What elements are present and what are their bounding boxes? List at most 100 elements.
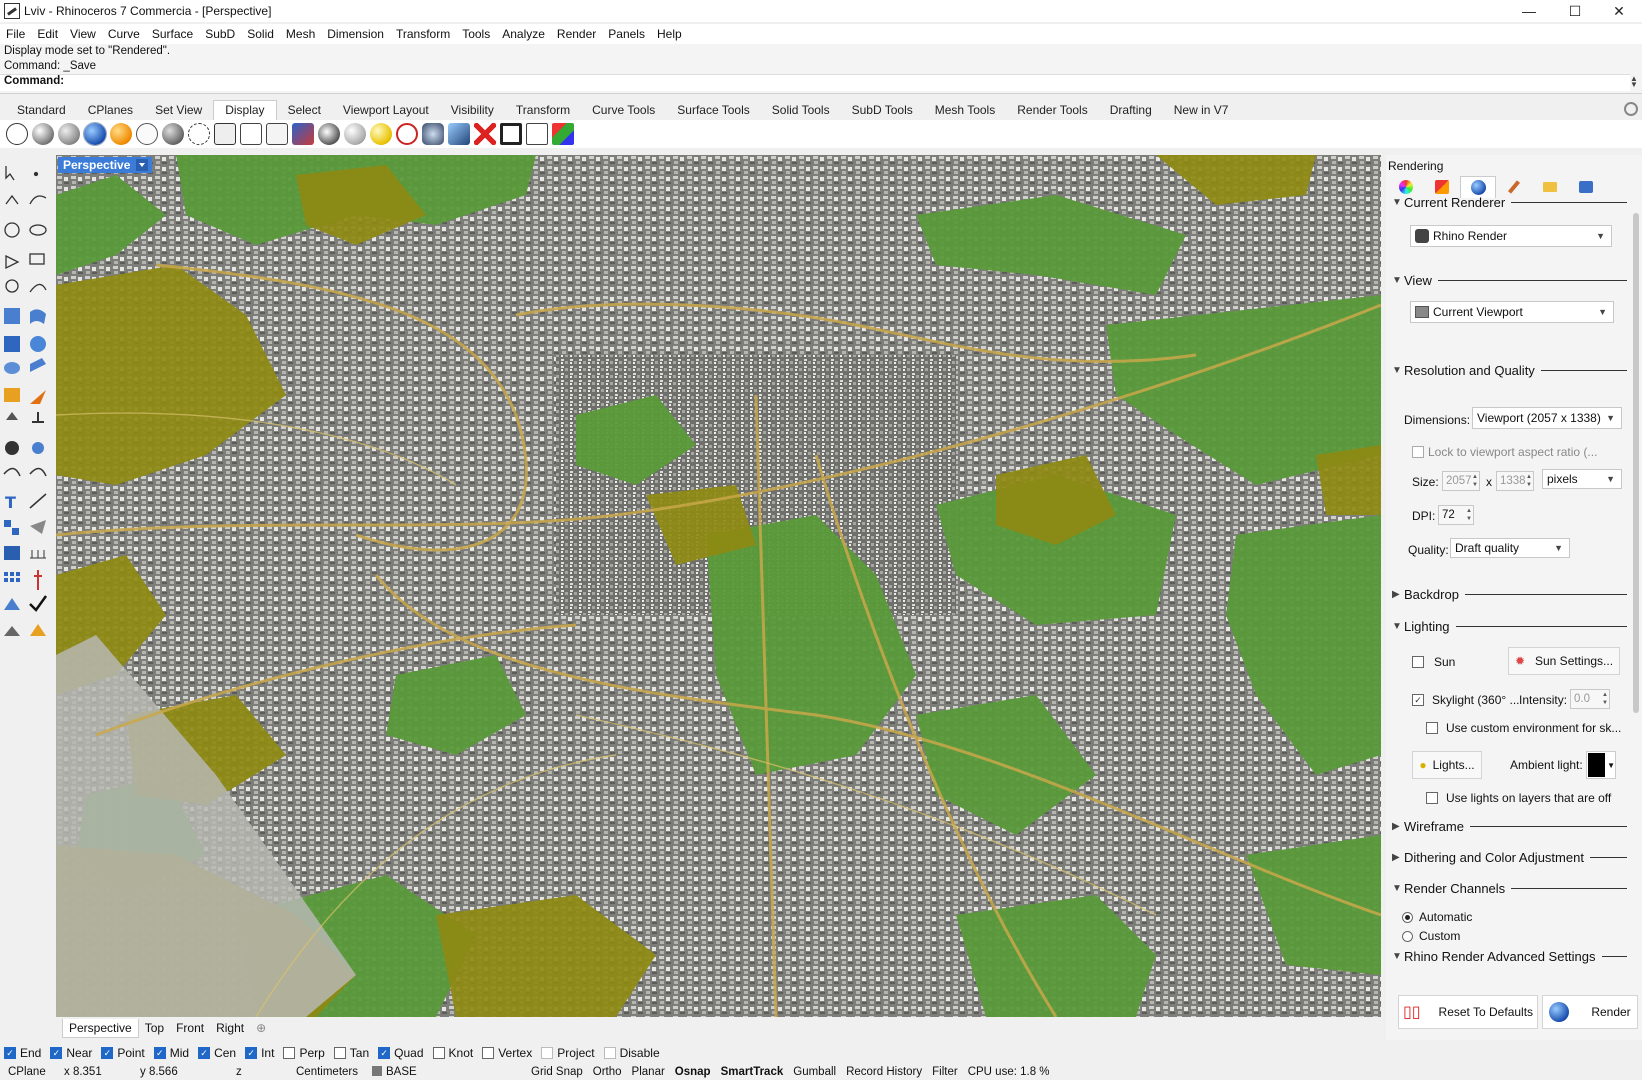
lights-on-off-layers-option[interactable]: Use lights on layers that are off [1426,791,1611,805]
checkbox[interactable] [1412,446,1424,458]
section-current-renderer[interactable]: ▼ Current Renderer [1392,195,1627,210]
tab-mesh-tools[interactable]: Mesh Tools [924,101,1006,120]
view-select[interactable]: Current Viewport ▼ [1410,301,1614,323]
section-view[interactable]: ▼ View [1392,273,1627,288]
menu-tools[interactable]: Tools [456,27,496,41]
renderer-select[interactable]: Rhino Render ▼ [1410,225,1612,247]
light-sphere-icon[interactable] [344,123,366,145]
xray-sphere-icon[interactable] [110,123,132,145]
radio-button[interactable] [1402,911,1413,923]
tab-standard[interactable]: Standard [6,101,77,120]
section-lighting[interactable]: ▼ Lighting [1392,619,1627,634]
sun-option[interactable]: Sun [1412,655,1455,669]
toggle-gumball[interactable]: Gumball [788,1066,841,1078]
reset-to-defaults-button[interactable]: ▯▯ Reset To Defaults [1398,995,1538,1029]
checkbox[interactable] [333,1047,346,1059]
command-scrollbar[interactable]: ▲ ▼ [1630,75,1640,89]
osnap-point[interactable]: ✓ Point [101,1046,145,1060]
height-input[interactable]: 1338 ▲ ▼ [1496,471,1534,491]
viewport-tab-top[interactable]: Top [139,1019,170,1037]
checkbox[interactable] [283,1047,296,1059]
menu-view[interactable]: View [64,27,102,41]
toggle-planar[interactable]: Planar [627,1066,670,1078]
panel-scrollbar[interactable] [1632,213,1640,993]
viewport-tab-perspective[interactable]: Perspective [62,1018,139,1038]
menu-surface[interactable]: Surface [146,27,199,41]
checkbox[interactable]: ✓ [4,1047,16,1059]
menu-edit[interactable]: Edit [31,27,64,41]
viewport-menu-dropdown-icon[interactable] [136,159,149,171]
lock-view-icon[interactable] [240,123,262,145]
command-input[interactable]: Command: [0,74,1630,91]
camera-icon[interactable] [422,123,444,145]
osnap-tan[interactable]: Tan [333,1046,369,1060]
status-cplane[interactable]: CPlane [0,1066,56,1078]
tab-subd-tools[interactable]: SubD Tools [841,101,924,120]
osnap-disable[interactable]: Disable [603,1046,660,1060]
osnap-perp[interactable]: Perp [283,1046,325,1060]
checkbox[interactable]: ✓ [245,1047,258,1059]
osnap-near[interactable]: ✓ Near [50,1046,92,1060]
lights-button[interactable]: ● Lights... [1412,751,1482,779]
toggle-grid-snap[interactable]: Grid Snap [526,1066,588,1078]
spinner-icon[interactable]: ▲ ▼ [1526,473,1532,489]
checkbox[interactable]: ✓ [101,1047,114,1059]
quality-select[interactable]: Draft quality ▼ [1450,538,1570,558]
close-button[interactable]: ✕ [1596,0,1642,22]
menu-help[interactable]: Help [651,27,688,41]
tab-display[interactable]: Display [213,100,277,120]
checkbox[interactable] [1426,792,1438,804]
width-input[interactable]: 2057 ▲ ▼ [1442,471,1480,491]
toolbar-gear-icon[interactable] [1624,102,1638,116]
menu-subd[interactable]: SubD [199,27,241,41]
maximize-button[interactable]: ☐ [1552,0,1598,22]
spinner-icon[interactable]: ▲ ▼ [1472,473,1478,489]
section-backdrop[interactable]: ▶ Backdrop [1392,587,1627,602]
minimize-button[interactable]: — [1506,0,1552,22]
skylight-option[interactable]: ✓ Skylight (360° ... [1412,693,1520,707]
channels-automatic-option[interactable]: Automatic [1402,910,1472,924]
spinner-icon[interactable]: ▲ ▼ [1466,507,1472,523]
status-units[interactable]: Centimeters [288,1066,364,1078]
checkbox[interactable]: ✓ [153,1047,166,1059]
checkbox[interactable] [541,1047,554,1059]
section-wireframe[interactable]: ▶ Wireframe [1392,819,1627,834]
menu-panels[interactable]: Panels [602,27,651,41]
technical-sphere-icon[interactable] [136,123,158,145]
checkbox[interactable] [432,1047,445,1059]
channels-custom-option[interactable]: Custom [1402,929,1460,943]
target-icon[interactable] [396,123,418,145]
menu-file[interactable]: File [0,27,31,41]
toggle-filter[interactable]: Filter [927,1066,963,1078]
tab-curve-tools[interactable]: Curve Tools [581,101,666,120]
tab-new-in-v7[interactable]: New in V7 [1163,101,1240,120]
checkbox[interactable]: ✓ [50,1047,63,1059]
render-button[interactable]: Render [1542,995,1638,1029]
tab-viewport-layout[interactable]: Viewport Layout [332,101,440,120]
intensity-input[interactable]: 0.0 ▲ ▼ [1570,689,1610,709]
shaded-sphere-icon[interactable] [32,123,54,145]
checkbox[interactable]: ✓ [378,1047,391,1059]
checkbox[interactable]: ✓ [1412,694,1424,706]
menu-transform[interactable]: Transform [390,27,456,41]
ghosted-sphere-icon[interactable] [83,122,107,146]
capture-icon[interactable] [292,123,314,145]
artistic-sphere-icon[interactable] [162,123,184,145]
checkbox[interactable]: ✓ [198,1047,211,1059]
checkbox[interactable] [482,1047,495,1059]
osnap-knot[interactable]: Knot [432,1046,473,1060]
tab-transform[interactable]: Transform [505,101,581,120]
menu-dimension[interactable]: Dimension [321,27,390,41]
dimensions-select[interactable]: Viewport (2057 x 1338) ▼ [1472,407,1622,429]
viewport-tab-front[interactable]: Front [170,1019,210,1037]
add-viewport-tab-icon[interactable]: ⊕ [256,1021,266,1035]
tab-render-tools[interactable]: Render Tools [1006,101,1099,120]
lock-aspect-option[interactable]: Lock to viewport aspect ratio (... [1412,445,1597,459]
checkbox[interactable] [603,1047,616,1059]
tab-solid-tools[interactable]: Solid Tools [761,101,841,120]
toggle-osnap[interactable]: Osnap [670,1066,716,1078]
tab-visibility[interactable]: Visibility [440,101,505,120]
menu-analyze[interactable]: Analyze [496,27,551,41]
section-render-channels[interactable]: ▼ Render Channels [1392,881,1627,896]
section-advanced-settings[interactable]: ▼ Rhino Render Advanced Settings [1392,949,1627,964]
